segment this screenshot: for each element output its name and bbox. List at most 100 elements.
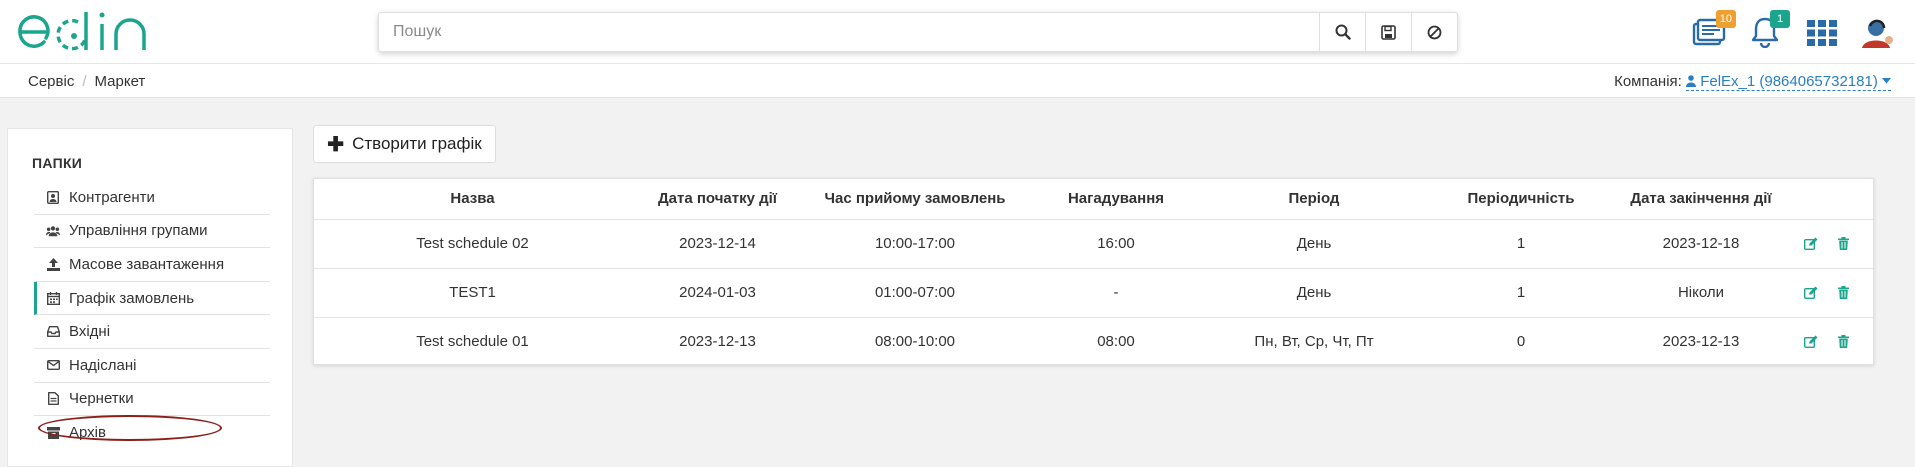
cell-reminder: 16:00: [1026, 219, 1206, 269]
sidebar-item-bulk-upload[interactable]: Масове завантаження: [34, 248, 270, 282]
column-header-reminder[interactable]: Нагадування: [1026, 179, 1206, 220]
cell-periodicity: 1: [1422, 219, 1620, 269]
column-header-end-date[interactable]: Дата закінчення дії: [1620, 179, 1782, 220]
sidebar-title: ПАПКИ: [32, 155, 83, 171]
user-menu-button[interactable]: [1856, 14, 1896, 50]
search-bar: [378, 12, 1458, 52]
sidebar-item-inbox[interactable]: Вхідні: [34, 315, 270, 349]
inbox-icon: [46, 326, 60, 338]
cell-start-date: 2023-12-14: [631, 219, 804, 269]
sidebar-item-drafts[interactable]: Чернетки: [34, 383, 270, 417]
breadcrumb: Сервіс / Маркет: [28, 73, 145, 90]
create-schedule-label: Створити графік: [352, 134, 482, 153]
column-header-actions: [1782, 179, 1873, 220]
archive-icon: [46, 426, 60, 439]
breadcrumb-item-market: Маркет: [94, 73, 146, 90]
notifications-button[interactable]: 1: [1746, 10, 1790, 50]
sidebar-item-label: Вхідні: [69, 323, 111, 341]
create-schedule-button[interactable]: ✚ Створити графік: [313, 125, 496, 163]
cell-period: День: [1206, 219, 1422, 269]
table-row[interactable]: Test schedule 01 2023-12-13 08:00-10:00 …: [314, 317, 1873, 366]
calendar-icon: [46, 291, 60, 305]
cell-order-time: 01:00-07:00: [804, 268, 1026, 318]
sidebar-item-order-schedule[interactable]: Графік замовлень: [34, 281, 270, 316]
edin-logo[interactable]: [16, 10, 161, 54]
documents-badge: 10: [1715, 10, 1736, 28]
trash-icon: [1838, 286, 1850, 299]
users-group-icon: [46, 226, 60, 237]
sidebar-item-label: Масове завантаження: [69, 255, 225, 273]
sidebar-item-label: Управління групами: [69, 222, 208, 240]
folders-sidebar: ПАПКИ Контрагенти Управління групами Мас…: [7, 128, 293, 467]
schedules-table-card: Назва Дата початку дії Час прийому замов…: [313, 178, 1874, 365]
apps-button[interactable]: [1802, 14, 1842, 50]
sidebar-item-label: Графік замовлень: [69, 289, 195, 307]
user-icon: [1686, 75, 1697, 87]
cell-period: День: [1206, 268, 1422, 318]
search-icon: [1335, 24, 1351, 40]
upload-icon: [46, 257, 60, 271]
cell-end-date: Ніколи: [1620, 268, 1782, 318]
column-header-name[interactable]: Назва: [314, 179, 631, 220]
top-bar: 10 1: [0, 0, 1915, 64]
sidebar-item-label: Чернетки: [69, 390, 134, 408]
documents-button[interactable]: 10: [1690, 10, 1736, 50]
column-header-periodicity[interactable]: Періодичність: [1422, 179, 1620, 220]
table-header-row: Назва Дата початку дії Час прийому замов…: [314, 179, 1873, 220]
schedules-table: Назва Дата початку дії Час прийому замов…: [314, 179, 1873, 366]
sidebar-item-sent[interactable]: Надіслані: [34, 349, 270, 383]
sidebar-item-contractors[interactable]: Контрагенти: [34, 181, 270, 215]
cell-periodicity: 1: [1422, 268, 1620, 318]
draft-icon: [47, 392, 59, 406]
sidebar-item-archive[interactable]: Архів: [34, 416, 270, 450]
column-header-period[interactable]: Період: [1206, 179, 1422, 220]
delete-button[interactable]: [1833, 282, 1855, 304]
breadcrumb-bar: Сервіс / Маркет Компанія: FelEx_1 (98640…: [0, 64, 1915, 98]
edit-button[interactable]: [1800, 331, 1822, 353]
grid-apps-icon: [1807, 20, 1837, 46]
breadcrumb-item-service[interactable]: Сервіс: [28, 73, 74, 90]
company-dropdown[interactable]: FelEx_1 (9864065732181): [1686, 73, 1891, 91]
plus-icon: ✚: [327, 133, 345, 156]
breadcrumb-separator: /: [82, 73, 87, 90]
cell-actions: [1782, 268, 1873, 318]
edit-button[interactable]: [1800, 233, 1822, 255]
search-button[interactable]: [1319, 13, 1365, 51]
cell-periodicity: 0: [1516, 333, 1526, 351]
cell-reminder: -: [1026, 268, 1206, 318]
table-row[interactable]: TEST1 2024-01-03 01:00-07:00 - День 1 Ні…: [314, 268, 1873, 318]
delete-button[interactable]: [1833, 331, 1855, 353]
column-header-order-time[interactable]: Час прийому замовлень: [804, 179, 1026, 220]
cell-actions: [1782, 317, 1873, 366]
cell-name: Test schedule 01: [416, 333, 529, 351]
column-header-start-date[interactable]: Дата початку дії: [631, 179, 804, 220]
caret-down-icon: [1882, 78, 1891, 84]
edit-icon: [1804, 286, 1818, 299]
trash-icon: [1838, 237, 1850, 250]
table-row[interactable]: Test schedule 02 2023-12-14 10:00-17:00 …: [314, 219, 1873, 269]
cell-reminder: 08:00: [1097, 333, 1135, 351]
sidebar-item-group-management[interactable]: Управління групами: [34, 215, 270, 249]
sidebar-item-label: Надіслані: [69, 356, 137, 374]
search-input[interactable]: [379, 13, 1319, 51]
company-selector: Компанія: FelEx_1 (9864065732181): [1614, 73, 1891, 91]
company-label: Компанія:: [1614, 73, 1682, 90]
delete-button[interactable]: [1833, 233, 1855, 255]
trash-icon: [1838, 335, 1850, 349]
save-icon: [1381, 24, 1396, 40]
contacts-icon: [47, 190, 59, 204]
edit-button[interactable]: [1800, 282, 1822, 304]
user-avatar-icon: [1862, 19, 1893, 48]
notifications-badge: 1: [1770, 10, 1790, 28]
cell-start-date: 2023-12-13: [679, 333, 756, 351]
cell-start-date: 2024-01-03: [631, 268, 804, 318]
cell-name: Test schedule 02: [314, 219, 631, 269]
cell-period: Пн, Вт, Ср, Чт, Пт: [1254, 333, 1374, 351]
sidebar-item-label: Архів: [69, 424, 106, 442]
clear-search-button[interactable]: [1411, 13, 1457, 51]
cell-actions: [1782, 219, 1873, 269]
cell-name: TEST1: [314, 268, 631, 318]
sidebar-item-label: Контрагенти: [69, 188, 155, 206]
cell-order-time: 08:00-10:00: [874, 333, 956, 351]
save-search-button[interactable]: [1365, 13, 1411, 51]
